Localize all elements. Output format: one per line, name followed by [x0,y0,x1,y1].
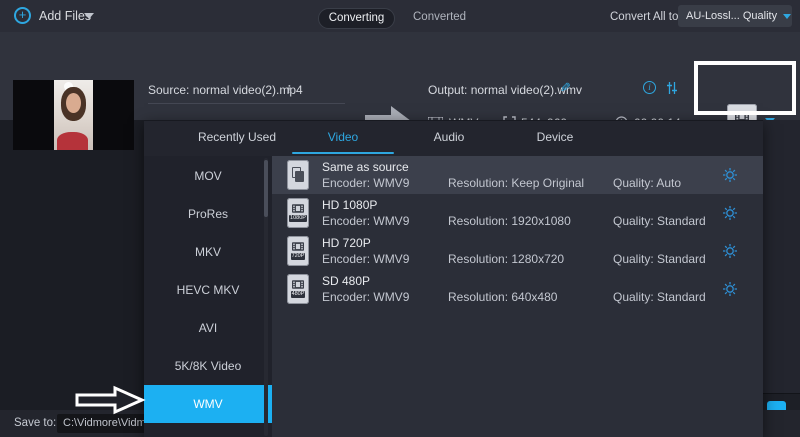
sidebar-item-mov[interactable]: MOV [144,157,272,195]
tab-device[interactable]: Device [502,121,608,156]
annotation-arrow-icon [74,385,146,415]
save-to-label: Save to: [14,417,56,429]
output-info-icon[interactable]: i [643,81,656,94]
gear-icon[interactable] [722,281,738,297]
profile-row-hd-720p[interactable]: 720P HD 720P Encoder: WMV9 Resolution: 1… [272,232,763,270]
file-item-row: Source: normal video(2).mp4 i MP4 | 544x… [0,32,800,120]
top-toolbar: + Add Files Converting Converted Convert… [0,0,800,32]
tab-converting[interactable]: Converting [318,8,395,29]
sidebar-item-avi[interactable]: AVI [144,309,272,347]
add-files-caret-icon[interactable] [84,13,94,19]
gear-icon[interactable] [722,167,738,183]
film-strip-icon: 720P [287,236,309,266]
sidebar-item-5k8k[interactable]: 5K/8K Video [144,347,272,385]
profile-quality: Quality: Auto [613,176,681,190]
profile-row-sd-480p[interactable]: 480P SD 480P Encoder: WMV9 Resolution: 6… [272,270,763,308]
profile-name: HD 720P [322,236,371,250]
profile-encoder: Encoder: WMV9 [322,214,409,228]
profile-badge: 720P [291,253,306,260]
sidebar-item-prores[interactable]: ProRes [144,195,272,233]
panel-tab-bar: Recently Used Video Audio Device [144,121,763,156]
gear-icon[interactable] [722,205,738,221]
profile-resolution: Resolution: 1280x720 [448,252,564,266]
profile-badge: 480P [291,291,306,298]
profile-badge: 1080P [289,215,307,222]
convert-all-label: Convert All to: [610,11,682,23]
tab-recently-used[interactable]: Recently Used [184,121,290,156]
convert-all-value: AU-Lossl... Quality [686,10,777,22]
profile-quality: Quality: Standard [613,290,706,304]
thumbnail-frame [54,80,93,150]
profile-name: Same as source [322,160,409,174]
annotation-highlight-box [694,61,796,115]
profile-resolution: Resolution: 1920x1080 [448,214,571,228]
film-strip-icon: 480P [287,274,309,304]
list-background [763,120,800,393]
profile-name: HD 1080P [322,198,377,212]
profile-quality: Quality: Standard [613,252,706,266]
source-info-icon[interactable]: i [287,82,290,97]
profile-resolution: Resolution: Keep Original [448,176,584,190]
profile-row-hd-1080p[interactable]: 1080P HD 1080P Encoder: WMV9 Resolution:… [272,194,763,232]
tab-audio[interactable]: Audio [396,121,502,156]
save-path-field[interactable]: C:\Vidmore\Vidmor [57,414,157,433]
profile-resolution: Resolution: 640x480 [448,290,557,304]
tab-converted[interactable]: Converted [413,11,466,23]
profile-encoder: Encoder: WMV9 [322,252,409,266]
rename-pencil-icon[interactable]: ✎ [560,80,571,96]
gear-icon[interactable] [722,243,738,259]
divider [148,103,345,104]
profile-encoder: Encoder: WMV9 [322,176,409,190]
sidebar-item-webm[interactable]: WEBM [144,423,272,437]
copy-icon [287,160,309,190]
sidebar-item-mkv[interactable]: MKV [144,233,272,271]
add-files-plus-icon[interactable]: + [14,7,31,24]
profile-list: Same as source Encoder: WMV9 Resolution:… [272,156,763,308]
output-title: Output: normal video(2).wmv [428,83,582,97]
sidebar-scrollbar-thumb[interactable] [264,160,268,217]
chevron-down-icon [783,14,791,19]
profile-quality: Quality: Standard [613,214,706,228]
settings-sliders-icon[interactable] [665,81,679,95]
convert-all-dropdown[interactable]: AU-Lossl... Quality [678,5,792,27]
sidebar-item-wmv[interactable]: WMV [144,385,272,423]
profile-row-same-as-source[interactable]: Same as source Encoder: WMV9 Resolution:… [272,156,763,194]
format-picker-panel: Recently Used Video Audio Device MOV Pro… [144,120,763,437]
profile-encoder: Encoder: WMV9 [322,290,409,304]
format-sidebar: MOV ProRes MKV HEVC MKV AVI 5K/8K Video … [144,156,272,437]
film-strip-icon: 1080P [287,198,309,228]
sidebar-item-hevc-mkv[interactable]: HEVC MKV [144,271,272,309]
source-title: Source: normal video(2).mp4 [148,83,303,97]
app-window: + Add Files Converting Converted Convert… [0,0,800,437]
profile-name: SD 480P [322,274,370,288]
tab-video[interactable]: Video [290,121,396,156]
video-thumbnail[interactable] [13,80,134,150]
